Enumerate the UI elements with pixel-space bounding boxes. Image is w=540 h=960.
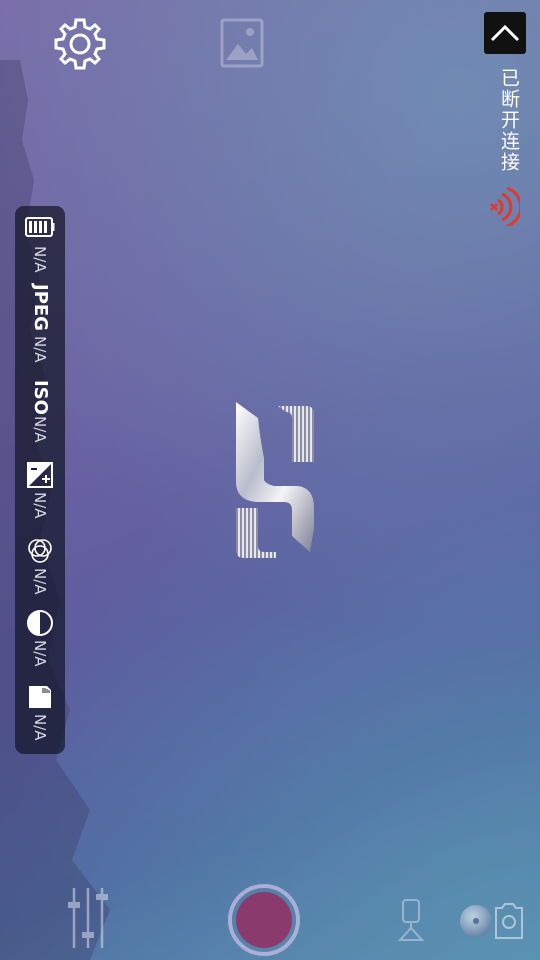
gallery-button[interactable] xyxy=(216,16,268,70)
camera-switch-button[interactable] xyxy=(458,898,526,944)
gimbal-icon xyxy=(397,899,425,941)
format-label: JPEG xyxy=(30,284,51,331)
exposure-compensation-icon xyxy=(27,462,53,488)
white-balance-icon xyxy=(28,539,52,563)
white-balance-value: N/A xyxy=(31,568,49,595)
camera-info-panel: N/A JPEG N/A ISO N/A N/A N/A N/A N/A xyxy=(15,206,65,754)
wifi-disconnected-icon xyxy=(490,186,520,226)
image-gallery-icon xyxy=(220,18,264,68)
gimbal-button[interactable] xyxy=(394,896,428,944)
connection-signal xyxy=(490,186,520,226)
shutter-inner xyxy=(236,892,292,948)
chevron-up-icon xyxy=(490,24,520,42)
brand-logo xyxy=(226,398,318,562)
sliders-icon xyxy=(68,888,108,948)
storage-value: N/A xyxy=(31,714,49,741)
contrast-icon xyxy=(27,610,53,636)
sd-card-icon xyxy=(29,686,51,708)
connection-status-text: 已断开连接 xyxy=(498,68,520,173)
battery-value: N/A xyxy=(31,246,49,273)
camera-switch-icon xyxy=(460,903,523,939)
metering-value: N/A xyxy=(31,640,49,667)
gear-icon xyxy=(54,18,106,70)
settings-button[interactable] xyxy=(52,16,108,72)
iso-label: ISO xyxy=(30,380,51,415)
exposure-value: N/A xyxy=(31,492,49,519)
battery-icon xyxy=(25,217,55,237)
shutter-button[interactable] xyxy=(228,884,300,956)
s-logo-icon xyxy=(236,402,314,558)
format-value: N/A xyxy=(31,336,49,363)
iso-value: N/A xyxy=(31,416,49,443)
adjust-button[interactable] xyxy=(64,884,112,952)
collapse-button[interactable] xyxy=(484,12,526,54)
